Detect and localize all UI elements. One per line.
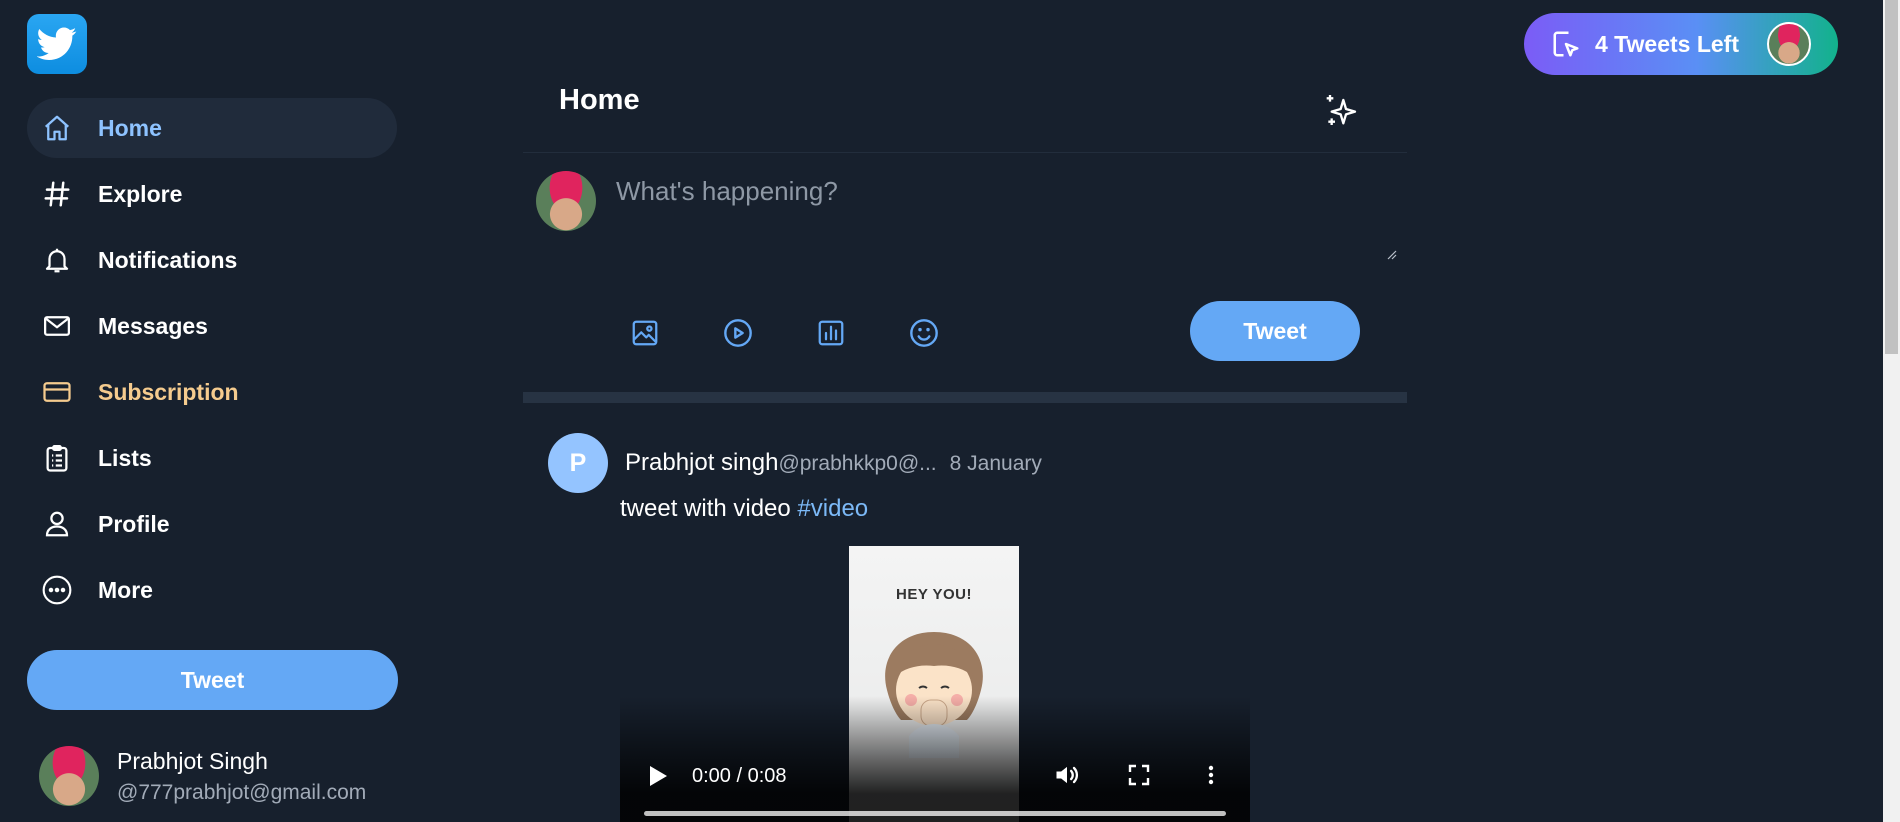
nav-lists-label: Lists	[98, 444, 152, 471]
user-icon	[41, 508, 73, 540]
page-scrollbar[interactable]	[1883, 0, 1900, 822]
header-divider	[523, 152, 1407, 153]
nav-profile-label: Profile	[98, 510, 170, 537]
nav-messages[interactable]: Messages	[27, 296, 397, 356]
post-author-handle: @prabhkkp0@...	[778, 452, 937, 475]
mail-icon	[41, 310, 73, 342]
nav-profile[interactable]: Profile	[27, 494, 397, 554]
add-video-button[interactable]	[721, 316, 755, 350]
card-icon	[41, 376, 73, 408]
nav-more-label: More	[98, 576, 153, 603]
user-name: Prabhjot Singh	[117, 747, 268, 774]
video-volume-button[interactable]	[1052, 760, 1082, 790]
nav-lists[interactable]: Lists	[27, 428, 397, 488]
add-poll-button[interactable]	[814, 316, 848, 350]
account-switcher[interactable]: Prabhjot Singh @777prabhjot@gmail.com	[39, 746, 366, 806]
video-play-button[interactable]	[644, 762, 672, 790]
nav-notifications[interactable]: Notifications	[27, 230, 397, 290]
compose-avatar	[536, 171, 596, 231]
sidebar: Home Explore Notifications Messages Subs…	[0, 0, 420, 822]
nav-home[interactable]: Home	[27, 98, 397, 158]
avatar	[39, 746, 99, 806]
add-image-button[interactable]	[628, 316, 662, 350]
tweets-left-label: 4 Tweets Left	[1595, 30, 1739, 57]
sidebar-tweet-button[interactable]: Tweet	[27, 650, 398, 710]
fullscreen-icon	[1128, 764, 1150, 786]
resize-grip-icon[interactable]	[1385, 248, 1397, 260]
main-nav: Home Explore Notifications Messages Subs…	[27, 98, 397, 626]
nav-explore-label: Explore	[98, 180, 183, 207]
scrollbar-thumb[interactable]	[1885, 0, 1898, 354]
video-player[interactable]: HEY YOU! 0:00 / 0:08	[620, 546, 1250, 822]
twitter-logo[interactable]	[27, 14, 87, 74]
user-email: @777prabhjot@gmail.com	[117, 780, 367, 804]
sparkle-icon	[1326, 95, 1357, 125]
smile-icon	[910, 319, 938, 347]
hashtag-link[interactable]: #video	[797, 495, 868, 522]
compose-input[interactable]	[616, 176, 1398, 260]
volume-icon	[1056, 766, 1079, 784]
more-circle-icon	[41, 574, 73, 606]
nav-subscription[interactable]: Subscription	[27, 362, 397, 422]
twitter-bird-icon	[37, 27, 77, 60]
play-circle-icon	[724, 319, 752, 347]
more-vertical-icon	[1208, 765, 1214, 785]
tweets-left-badge[interactable]: 4 Tweets Left	[1524, 13, 1838, 75]
nav-home-label: Home	[98, 114, 162, 141]
video-frame-text: HEY YOU!	[896, 586, 972, 603]
hash-icon	[41, 178, 73, 210]
compose-toolbar	[628, 316, 1000, 350]
cursor-click-icon	[1553, 31, 1579, 57]
home-icon	[41, 112, 73, 144]
post-text: tweet with video	[620, 495, 798, 522]
post-header: Prabhjot singh @prabhkkp0@... 8 January	[625, 449, 1042, 477]
image-icon	[632, 320, 658, 346]
compose-tweet-button[interactable]: Tweet	[1190, 301, 1360, 361]
post-avatar[interactable]: P	[548, 433, 608, 493]
video-time: 0:00 / 0:08	[692, 765, 787, 787]
post-date: 8 January	[949, 452, 1042, 475]
section-divider	[523, 392, 1407, 403]
nav-more[interactable]: More	[27, 560, 397, 620]
avatar[interactable]	[1767, 22, 1811, 66]
nav-messages-label: Messages	[98, 312, 208, 339]
video-fullscreen-button[interactable]	[1124, 760, 1154, 790]
play-icon	[650, 766, 667, 786]
video-controls-overlay	[620, 696, 1250, 822]
nav-explore[interactable]: Explore	[27, 164, 397, 224]
post-body: tweet with video #video	[620, 495, 868, 523]
clipboard-list-icon	[41, 442, 73, 474]
post-author-name[interactable]: Prabhjot singh	[625, 449, 778, 477]
sparkle-button[interactable]	[1320, 90, 1360, 130]
bell-icon	[41, 244, 73, 276]
main-column: Home Tweet P Prabhjot singh @prabhkkp0@.…	[523, 0, 1407, 822]
video-progress-bar[interactable]	[644, 811, 1226, 816]
page-title: Home	[559, 84, 640, 116]
nav-notifications-label: Notifications	[98, 246, 238, 273]
nav-subscription-label: Subscription	[98, 378, 239, 405]
bar-chart-icon	[818, 320, 844, 346]
video-options-button[interactable]	[1196, 760, 1226, 790]
add-emoji-button[interactable]	[907, 316, 941, 350]
